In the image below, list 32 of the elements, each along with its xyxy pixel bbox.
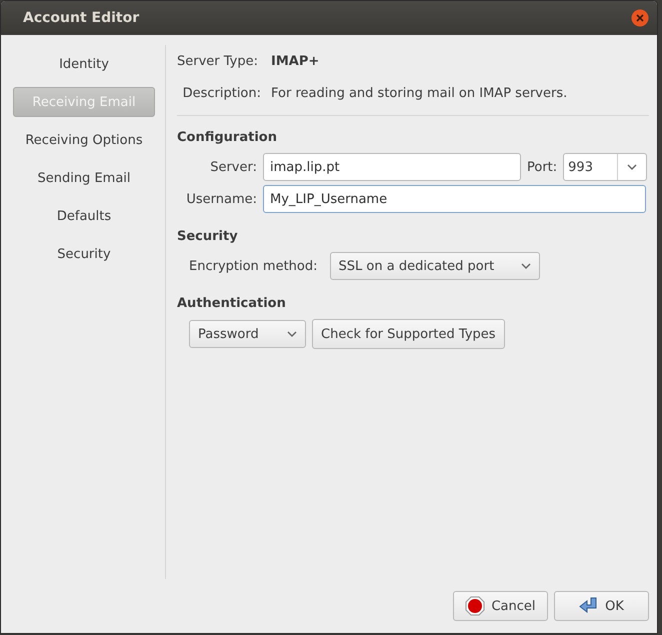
stop-icon: [465, 596, 486, 616]
text-field[interactable]: imap.lip.pt: [263, 153, 521, 181]
check-button[interactable]: Check for Supported Types: [312, 319, 505, 349]
sidebar-item[interactable]: Defaults: [13, 201, 155, 231]
sidebar-item[interactable]: Sending Email: [13, 163, 155, 193]
sidebar-item[interactable]: Receiving Options: [13, 125, 155, 155]
sidebar-item[interactable]: Identity: [13, 49, 155, 79]
section-heading: Security: [177, 229, 239, 244]
field-value: For reading and storing mail on IMAP servers.: [271, 86, 568, 100]
field-label: Server:: [209, 160, 257, 174]
field-label: Server Type:: [177, 54, 260, 68]
sidebar-item[interactable]: Security: [13, 239, 155, 269]
close-icon: [631, 9, 649, 27]
field-label: Username:: [185, 192, 257, 206]
caret-icon: [287, 331, 297, 337]
section-heading: Configuration: [177, 130, 278, 145]
field-value: IMAP+: [271, 54, 320, 68]
field-label: Description:: [182, 86, 262, 100]
field-label: Encryption method:: [189, 258, 318, 274]
port-combo[interactable]: 993: [563, 153, 648, 181]
dropdown[interactable]: SSL on a dedicated port: [330, 252, 540, 280]
close-button[interactable]: [631, 9, 649, 27]
cancel-button[interactable]: Cancel: [453, 591, 548, 621]
dropdown[interactable]: Password: [189, 320, 306, 348]
return-arrow-icon: [579, 596, 600, 616]
caret-icon: [627, 164, 638, 170]
caret-icon: [520, 263, 531, 269]
text-field[interactable]: My_LIP_Username: [263, 185, 646, 213]
section-heading: Authentication: [177, 296, 287, 311]
ok-button[interactable]: OK: [554, 591, 649, 621]
field-label: Port:: [527, 160, 558, 174]
window-title: Account Editor: [23, 10, 140, 26]
